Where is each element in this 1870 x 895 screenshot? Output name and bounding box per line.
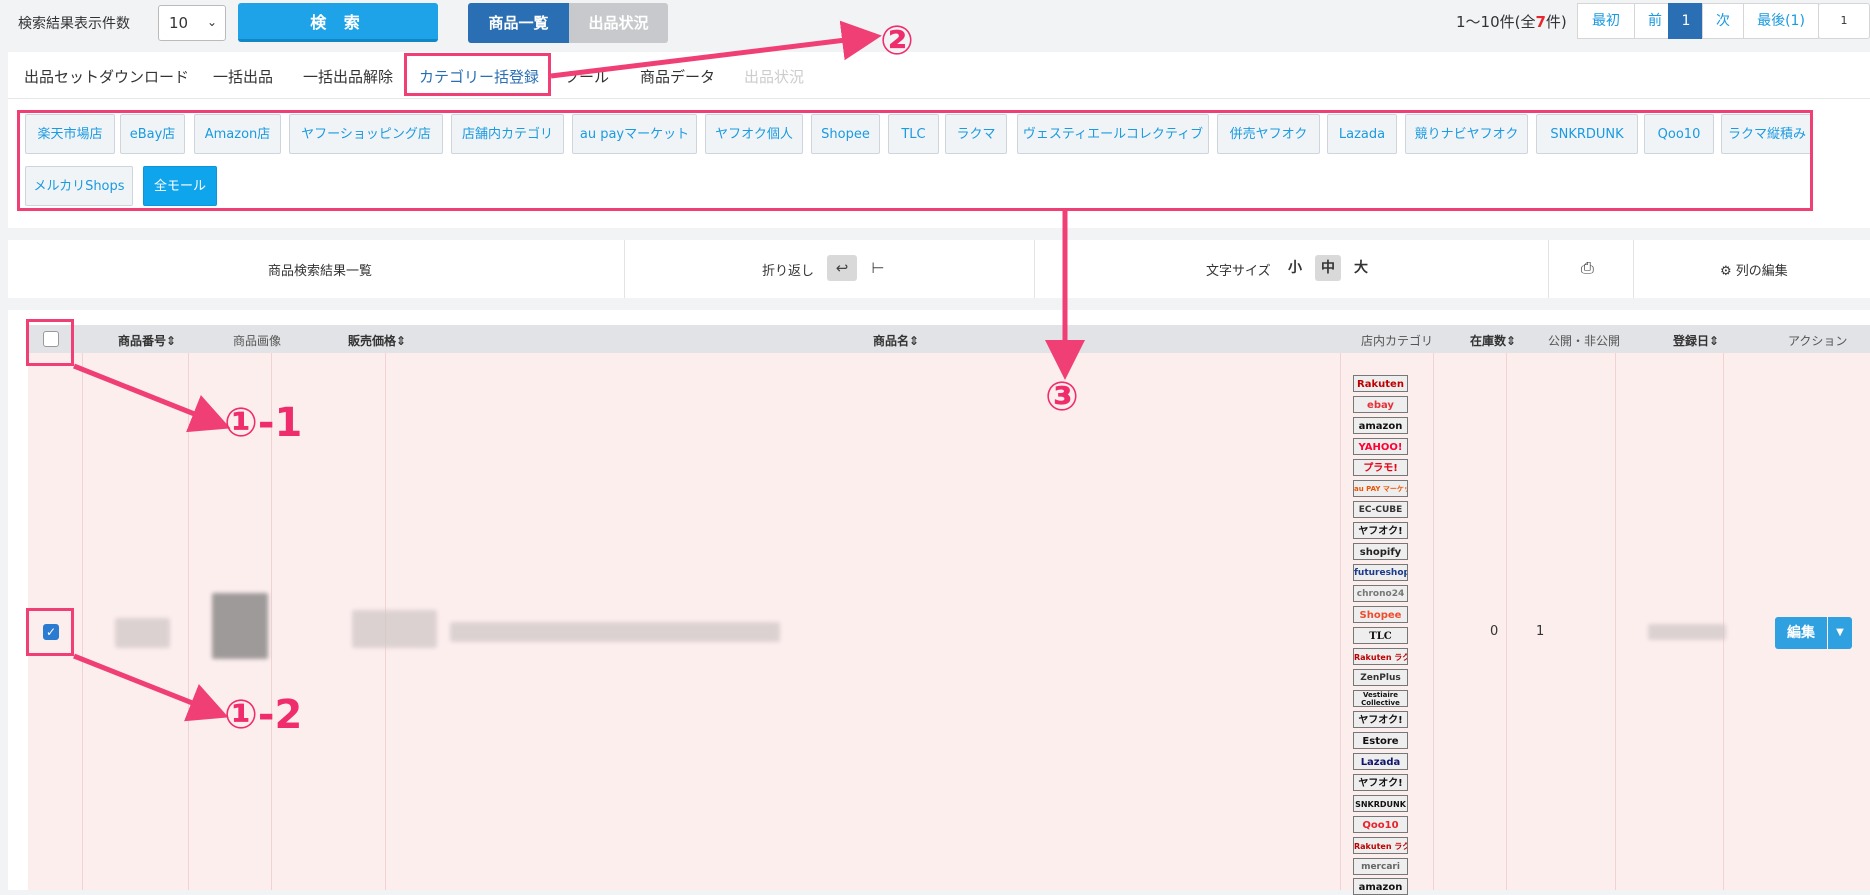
annotation-label-2: ② [880,18,914,64]
arrow-to-1-1 [73,363,231,433]
arrow-to-2 [550,20,882,79]
annotation-label-3: ③ [1045,374,1079,420]
annotation-label-1-1: ①-1 [224,400,303,446]
annotation-label-1-2: ①-2 [224,692,303,738]
arrow-to-1-2 [73,653,229,722]
